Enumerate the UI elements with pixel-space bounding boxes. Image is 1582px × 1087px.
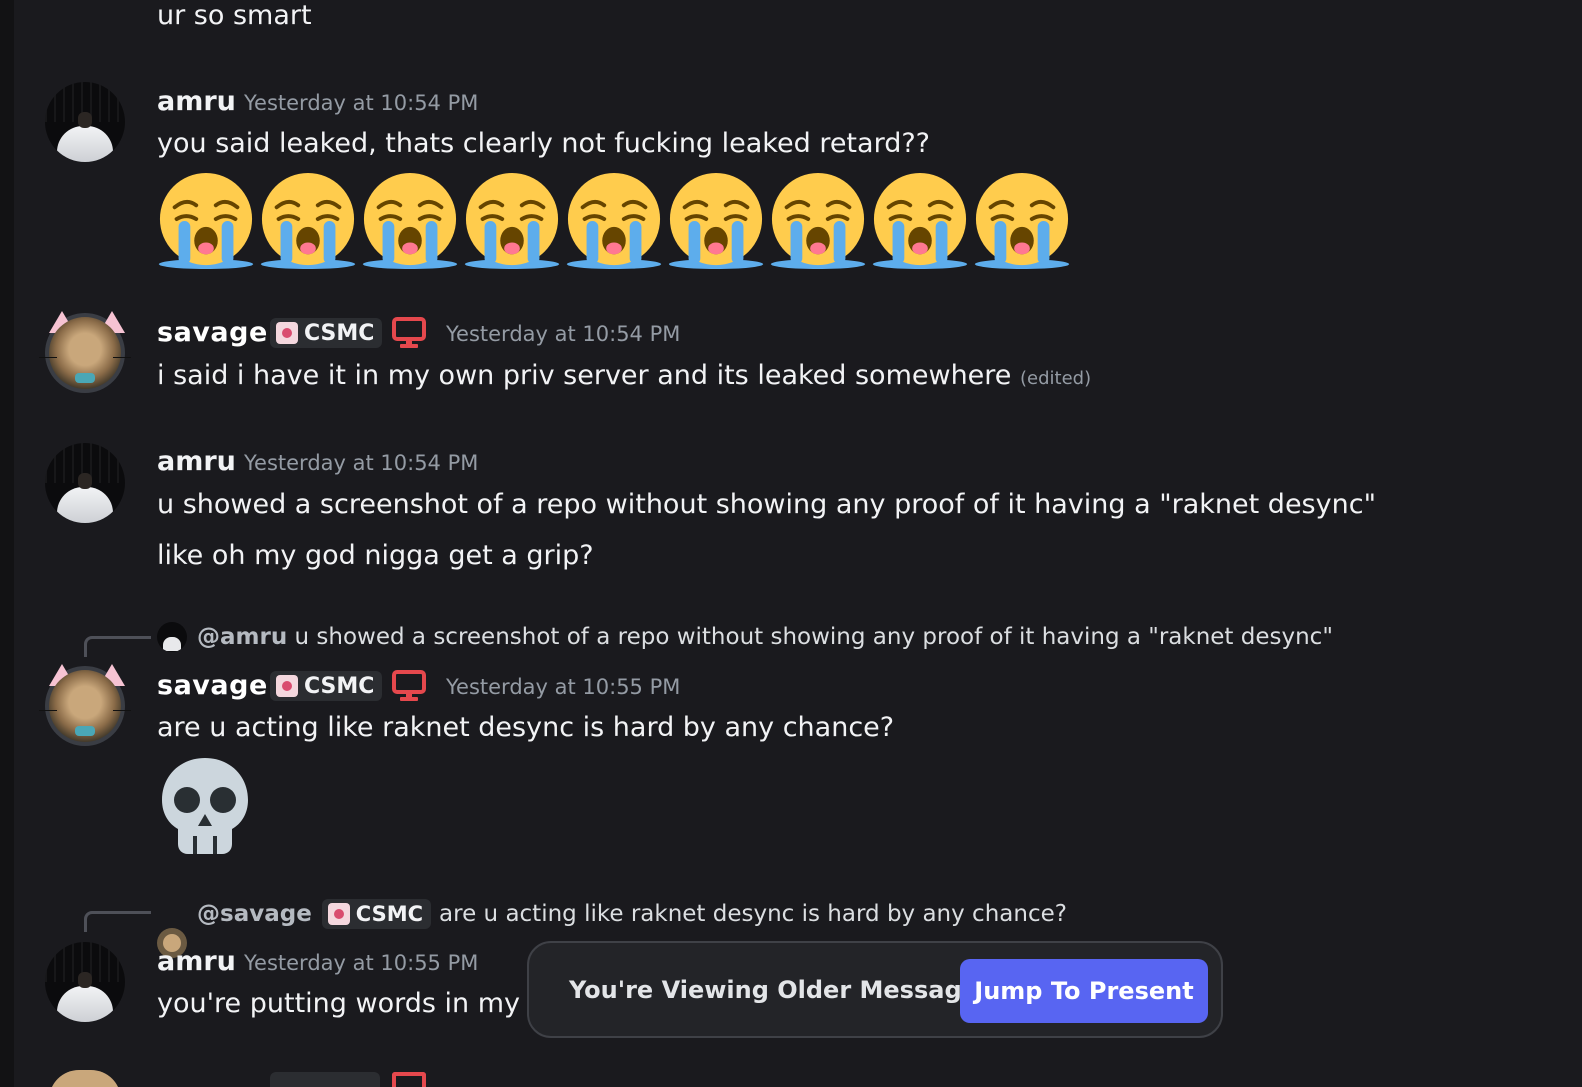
- message-text: like oh my god nigga get a grip?: [157, 540, 594, 571]
- role-tag-label: CSMC: [355, 902, 424, 926]
- banner-text: You're Viewing Older Messages: [569, 976, 993, 1004]
- avatar[interactable]: [39, 664, 131, 746]
- reply-text: u showed a screenshot of a repo without …: [294, 624, 1333, 650]
- role-tag-label: CSMC: [304, 673, 375, 699]
- reply-preview[interactable]: @amru u showed a screenshot of a repo wi…: [197, 624, 1333, 650]
- timestamp: Yesterday at 10:55 PM: [244, 951, 479, 975]
- reply-avatar[interactable]: [157, 622, 187, 652]
- reply-preview[interactable]: @savage CSMC are u acting like raknet de…: [197, 899, 1067, 929]
- loudly-crying-face-icon: [464, 172, 560, 270]
- loudly-crying-face-icon: [158, 172, 254, 270]
- avatar[interactable]: [45, 942, 125, 1022]
- desktop-icon: [392, 670, 426, 701]
- server-tag-icon: [276, 322, 298, 344]
- timestamp: Yesterday at 10:54 PM: [244, 451, 479, 475]
- role-tag: [270, 1072, 380, 1087]
- loudly-crying-face-icon: [770, 172, 866, 270]
- timestamp: Yesterday at 10:55 PM: [446, 675, 681, 699]
- reply-connector: [84, 636, 151, 657]
- username[interactable]: savage: [157, 317, 268, 348]
- reply-mention[interactable]: @savage: [197, 901, 312, 927]
- role-tag[interactable]: CSMC: [270, 318, 383, 348]
- desktop-icon: [392, 1072, 426, 1087]
- loudly-crying-face-icon: [872, 172, 968, 270]
- left-edge-strip: [0, 0, 14, 1087]
- message-text: you're putting words in my r: [157, 988, 540, 1019]
- timestamp: Yesterday at 10:54 PM: [446, 322, 681, 346]
- reply-connector: [84, 911, 151, 932]
- username[interactable]: savage: [157, 670, 268, 701]
- role-tag[interactable]: CSMC: [321, 899, 432, 929]
- username[interactable]: amru: [157, 86, 236, 117]
- loudly-crying-face-icon: [668, 172, 764, 270]
- role-tag-label: CSMC: [304, 320, 375, 346]
- avatar[interactable]: [39, 311, 131, 393]
- role-tag[interactable]: CSMC: [270, 671, 383, 701]
- avatar[interactable]: [45, 443, 125, 523]
- emoji-row: [157, 172, 1077, 272]
- avatar[interactable]: [45, 82, 125, 162]
- loudly-crying-face-icon: [260, 172, 356, 270]
- loudly-crying-face-icon: [974, 172, 1070, 270]
- message-text: i said i have it in my own priv server a…: [157, 360, 1091, 391]
- edited-label: (edited): [1020, 368, 1092, 389]
- skull-emoji-icon: [162, 758, 248, 854]
- reply-mention[interactable]: @amru: [197, 624, 287, 650]
- username[interactable]: amru: [157, 446, 236, 477]
- server-tag-icon: [327, 903, 350, 925]
- loudly-crying-face-icon: [566, 172, 662, 270]
- timestamp: Yesterday at 10:54 PM: [244, 91, 479, 115]
- reply-text: are u acting like raknet desync is hard …: [439, 901, 1067, 927]
- desktop-icon: [392, 317, 426, 348]
- message-body: i said i have it in my own priv server a…: [157, 360, 1012, 391]
- message-text: ur so smart: [157, 0, 312, 31]
- jump-to-present-button[interactable]: Jump To Present: [960, 959, 1208, 1023]
- avatar[interactable]: [45, 1068, 125, 1087]
- message-text: are u acting like raknet desync is hard …: [157, 712, 895, 743]
- loudly-crying-face-icon: [362, 172, 458, 270]
- username[interactable]: amru: [157, 946, 236, 977]
- message-text: you said leaked, thats clearly not fucki…: [157, 128, 930, 159]
- server-tag-icon: [276, 675, 298, 697]
- message-text: u showed a screenshot of a repo without …: [157, 489, 1376, 520]
- older-messages-banner: You're Viewing Older Messages Jump To Pr…: [527, 941, 1223, 1038]
